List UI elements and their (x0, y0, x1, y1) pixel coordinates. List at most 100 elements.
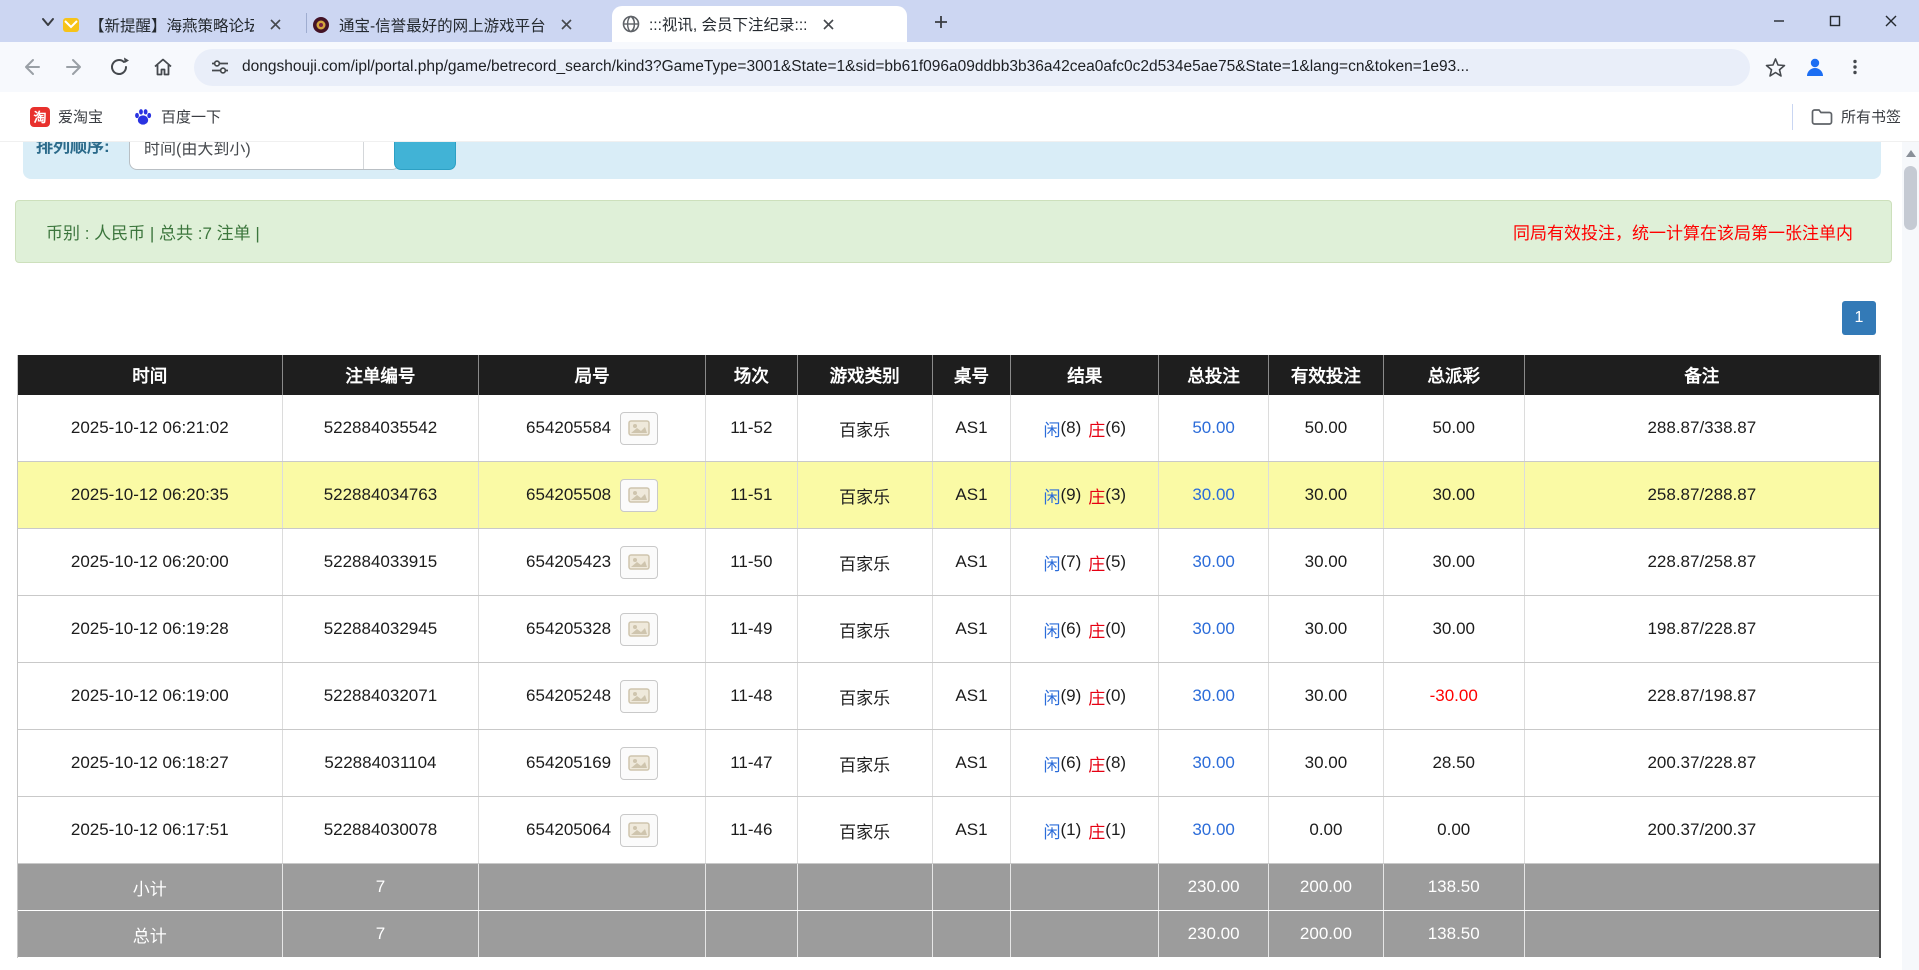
mail-favicon-icon (62, 16, 80, 34)
tab-title: 【新提醒】海燕策略论坛 - 综合 (89, 14, 254, 36)
currency-total-text: 币别 : 人民币 | 总共 :7 注单 | (46, 219, 260, 244)
round-replay-button[interactable] (620, 479, 658, 512)
sort-order-label: 排列顺序: (36, 142, 110, 157)
result-cell: 闲(6)庄(8) (1011, 730, 1159, 796)
header-note: 备注 (1525, 355, 1879, 395)
window-controls (1751, 0, 1919, 42)
result-cell: 闲(1)庄(1) (1011, 797, 1159, 863)
tab-tongbao-platform[interactable]: 通宝-信誉最好的网上游戏平台 (312, 7, 604, 42)
bookmarks-right: 所有书签 (1792, 104, 1901, 130)
home-button[interactable] (146, 50, 180, 84)
round-no: 654205584 (526, 418, 611, 438)
round-replay-button[interactable] (620, 412, 658, 445)
sort-order-select[interactable]: 时间(由大到小) (129, 142, 400, 170)
header-session: 场次 (706, 355, 798, 395)
close-tab-icon[interactable] (558, 16, 576, 34)
scrollbar-thumb[interactable] (1904, 166, 1917, 230)
tab-bet-records-active[interactable]: :::视讯, 会员下注纪录::: (612, 6, 907, 42)
web-page: 排列顺序: 时间(由大到小) 币别 : 人民币 | 总共 :7 注单 | 同局有… (0, 142, 1919, 970)
tab-divider (306, 13, 307, 33)
table-row: 2025-10-12 06:18:27 522884031104 6542051… (18, 730, 1879, 797)
new-tab-button[interactable] (930, 11, 952, 33)
bookmarks-divider (1792, 104, 1793, 130)
tab-haiyan-forum[interactable]: 【新提醒】海燕策略论坛 - 综合 (62, 7, 302, 42)
subtotal-label: 小计 (18, 864, 283, 910)
bookmark-star-icon[interactable] (1758, 50, 1792, 84)
round-no: 654205064 (526, 820, 611, 840)
address-bar[interactable]: dongshouji.com/ipl/portal.php/game/betre… (194, 49, 1750, 86)
round-replay-button[interactable] (620, 680, 658, 713)
round-no: 654205248 (526, 686, 611, 706)
total-label: 总计 (18, 911, 283, 957)
total-bet-link[interactable]: 30.00 (1192, 753, 1235, 773)
result-cell: 闲(9)庄(3) (1011, 462, 1159, 528)
total-bet-link[interactable]: 30.00 (1192, 552, 1235, 572)
header-round-no: 局号 (479, 355, 706, 395)
table-row-highlighted: 2025-10-12 06:20:35 522884034763 6542055… (18, 462, 1879, 529)
table-row: 2025-10-12 06:21:02 522884035542 6542055… (18, 395, 1879, 462)
badge-favicon-icon (312, 16, 330, 34)
header-table-no: 桌号 (933, 355, 1012, 395)
result-cell: 闲(9)庄(0) (1011, 663, 1159, 729)
tab-search-chevron-icon[interactable] (38, 13, 58, 31)
round-no: 654205423 (526, 552, 611, 572)
header-total-bet: 总投注 (1159, 355, 1269, 395)
table-header-row: 时间 注单编号 局号 场次 游戏类别 桌号 结果 总投注 有效投注 总派彩 备注 (18, 355, 1879, 395)
total-bet-link[interactable]: 50.00 (1192, 418, 1235, 438)
bookmark-baidu[interactable]: 百度一下 (133, 106, 221, 127)
pagination-page-1[interactable]: 1 (1842, 301, 1876, 335)
bet-records-table: 时间 注单编号 局号 场次 游戏类别 桌号 结果 总投注 有效投注 总派彩 备注… (17, 355, 1881, 958)
sort-form-panel: 排列顺序: 时间(由大到小) (23, 142, 1881, 179)
forward-button[interactable] (58, 50, 92, 84)
total-row: 总计 7 230.00 200.00 138.50 (18, 911, 1879, 958)
sort-order-value: 时间(由大到小) (144, 142, 251, 159)
tab-strip: 【新提醒】海燕策略论坛 - 综合 通宝-信誉最好的网上游戏平台 :::视讯, 会… (0, 0, 1919, 42)
reload-button[interactable] (102, 50, 136, 84)
round-no: 654205508 (526, 485, 611, 505)
round-replay-button[interactable] (620, 814, 658, 847)
round-no: 654205328 (526, 619, 611, 639)
result-cell: 闲(6)庄(0) (1011, 596, 1159, 662)
round-replay-button[interactable] (620, 546, 658, 579)
header-result: 结果 (1011, 355, 1159, 395)
total-bet-link[interactable]: 30.00 (1192, 686, 1235, 706)
result-cell: 闲(8)庄(6) (1011, 395, 1159, 461)
browser-window: 【新提醒】海燕策略论坛 - 综合 通宝-信誉最好的网上游戏平台 :::视讯, 会… (0, 0, 1919, 970)
same-round-notice-text: 同局有效投注，统一计算在该局第一张注单内 (1513, 219, 1853, 244)
scroll-up-arrow-icon[interactable] (1902, 146, 1919, 160)
select-divider (363, 142, 364, 170)
taobao-icon: 淘 (30, 107, 50, 127)
header-payout: 总派彩 (1384, 355, 1525, 395)
browser-menu-icon[interactable] (1838, 50, 1872, 84)
minimize-button[interactable] (1751, 0, 1807, 42)
total-bet-link[interactable]: 30.00 (1192, 619, 1235, 639)
subtotal-row: 小计 7 230.00 200.00 138.50 (18, 864, 1879, 911)
header-time: 时间 (18, 355, 283, 395)
maximize-button[interactable] (1807, 0, 1863, 42)
page-scrollbar[interactable] (1902, 142, 1919, 970)
tab-title: 通宝-信誉最好的网上游戏平台 (339, 14, 546, 36)
close-tab-icon[interactable] (266, 16, 284, 34)
total-bet-link[interactable]: 30.00 (1192, 820, 1235, 840)
all-bookmarks-label[interactable]: 所有书签 (1841, 106, 1901, 127)
back-button[interactable] (14, 50, 48, 84)
baidu-paw-icon (133, 107, 153, 127)
round-replay-button[interactable] (620, 747, 658, 780)
url-text[interactable]: dongshouji.com/ipl/portal.php/game/betre… (242, 58, 1702, 76)
table-row: 2025-10-12 06:17:51 522884030078 6542050… (18, 797, 1879, 864)
table-row: 2025-10-12 06:19:28 522884032945 6542053… (18, 596, 1879, 663)
round-replay-button[interactable] (620, 613, 658, 646)
total-bet-link[interactable]: 30.00 (1192, 485, 1235, 505)
close-window-button[interactable] (1863, 0, 1919, 42)
tab-title: :::视讯, 会员下注纪录::: (649, 13, 807, 35)
close-tab-icon[interactable] (819, 15, 837, 33)
profile-avatar[interactable] (1798, 50, 1832, 84)
table-row: 2025-10-12 06:19:00 522884032071 6542052… (18, 663, 1879, 730)
navbar-right (1758, 50, 1872, 84)
header-bet-no: 注单编号 (283, 355, 480, 395)
site-info-icon[interactable] (210, 57, 230, 77)
bookmark-aitaobao[interactable]: 淘 爱淘宝 (30, 106, 103, 127)
header-game-type: 游戏类别 (798, 355, 933, 395)
search-button[interactable] (394, 142, 456, 170)
table-row: 2025-10-12 06:20:00 522884033915 6542054… (18, 529, 1879, 596)
